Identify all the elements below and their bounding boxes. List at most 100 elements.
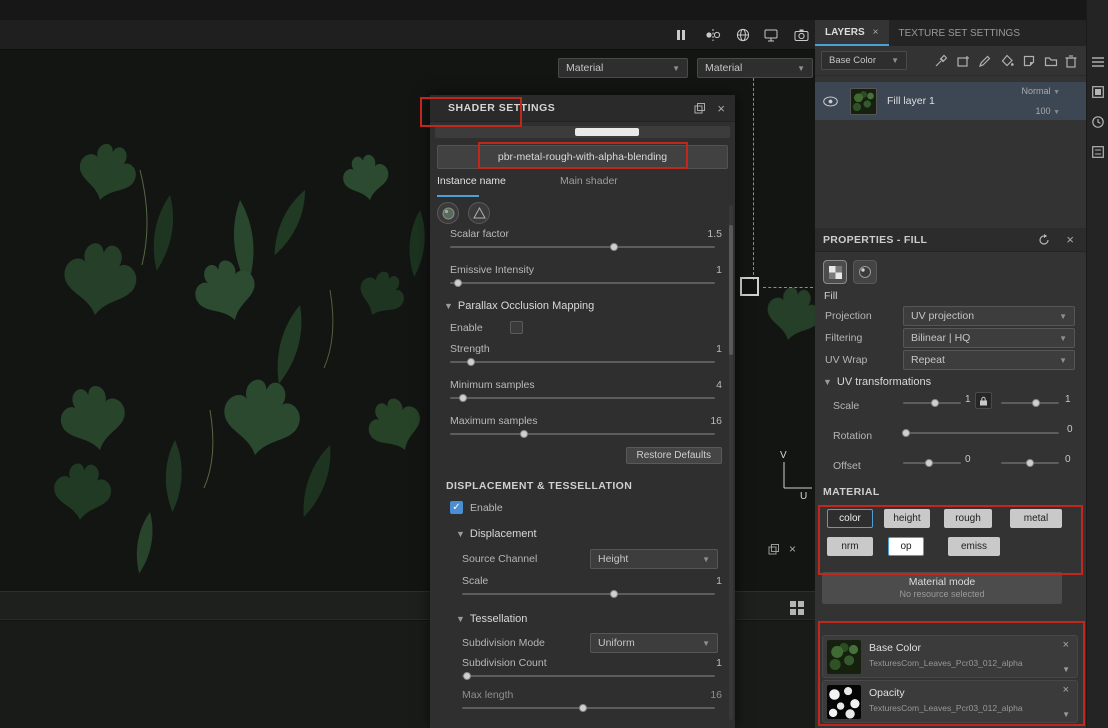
trash-icon[interactable] (1063, 53, 1079, 69)
display-mode-icon[interactable] (762, 26, 780, 44)
offset-y-slider[interactable] (1001, 458, 1059, 468)
remove-texture-icon[interactable]: × (1063, 639, 1069, 651)
scale-y-slider[interactable] (1001, 398, 1059, 408)
paint-mode-icon[interactable] (853, 260, 877, 284)
remove-texture-icon[interactable]: × (1063, 684, 1069, 696)
selection-square[interactable] (740, 277, 759, 296)
channel-op-button[interactable]: op (888, 537, 924, 556)
projection-dropdown[interactable]: UV projection▼ (903, 306, 1075, 326)
prism-preview-icon[interactable] (468, 202, 490, 224)
camera-icon[interactable] (792, 26, 810, 44)
uv-transformations-section[interactable]: ▼UV transformations (823, 376, 931, 388)
displacement-enable-label: Enable (470, 502, 503, 514)
emissive-intensity-slider[interactable] (450, 278, 715, 288)
tab-layers[interactable]: LAYERS× (815, 20, 889, 46)
channel-color-button[interactable]: color (827, 509, 873, 528)
channel-metal-button[interactable]: metal (1010, 509, 1062, 528)
subdivision-count-slider[interactable] (462, 671, 715, 681)
scale-label: Scale (833, 400, 859, 412)
strength-slider[interactable] (450, 357, 715, 367)
param-value: 1 (716, 343, 722, 355)
param-value: 4 (716, 379, 722, 391)
displacement-scale-slider[interactable] (462, 589, 715, 599)
close-icon[interactable]: × (873, 27, 879, 38)
channel-height-button[interactable]: height (884, 509, 930, 528)
layer-thumbnail[interactable] (850, 88, 877, 115)
layer-name[interactable]: Fill layer 1 (887, 95, 935, 107)
pom-enable-checkbox[interactable] (510, 321, 523, 334)
tab-texture-set-settings[interactable]: TEXTURE SET SETTINGS (889, 20, 1031, 46)
channel-emiss-button[interactable]: emiss (948, 537, 1000, 556)
window-top-strip (0, 0, 1108, 20)
max-samples-slider[interactable] (450, 429, 715, 439)
pom-section-header[interactable]: ▼Parallax Occlusion Mapping (444, 300, 594, 312)
texture-item-opacity[interactable]: Opacity TexturesCom_Leaves_Pcr03_012_alp… (822, 680, 1078, 723)
chevron-down-icon[interactable]: ▼ (1062, 665, 1070, 674)
min-samples-slider[interactable] (450, 393, 715, 403)
add-layer-icon[interactable] (955, 53, 971, 69)
texture-set-list-icon[interactable] (1090, 84, 1106, 100)
tab-instance-name[interactable]: Instance name (437, 175, 506, 195)
source-channel-label: Source Channel (462, 553, 537, 565)
perspective-globe-icon[interactable] (734, 26, 752, 44)
close-icon[interactable]: × (717, 101, 725, 116)
dock-window-icon[interactable] (694, 103, 705, 114)
layer-blend-mode[interactable]: Normal ▼ (1022, 86, 1060, 96)
displacement-section-header[interactable]: ▼Displacement (456, 528, 537, 540)
sphere-preview-icon[interactable] (437, 202, 459, 224)
decal-icon[interactable] (1021, 53, 1037, 69)
pause-icon[interactable] (672, 26, 690, 44)
scalar-factor-slider[interactable] (450, 242, 715, 252)
tessellation-section-header[interactable]: ▼Tessellation (456, 613, 527, 625)
eyedropper-icon[interactable] (933, 53, 949, 69)
symmetry-icon[interactable] (704, 26, 722, 44)
param-value: 16 (710, 415, 722, 427)
offset-x-slider[interactable] (903, 458, 961, 468)
param-value: 1 (716, 657, 722, 669)
panel-close-icon[interactable]: × (789, 542, 796, 556)
display-settings-icon[interactable] (1090, 144, 1106, 160)
material-mode-icon[interactable] (823, 260, 847, 284)
layer-row-fill-layer-1[interactable]: Fill layer 1 Normal ▼ 100 ▼ (815, 82, 1086, 120)
shader-instance-selected[interactable] (575, 128, 639, 136)
shader-select-button[interactable]: pbr-metal-rough-with-alpha-blending (437, 145, 728, 169)
scale-x-slider[interactable] (903, 398, 961, 408)
rotation-slider[interactable] (903, 428, 1059, 438)
layer-opacity[interactable]: 100 ▼ (1036, 106, 1060, 116)
material-mode-button[interactable]: Material mode No resource selected (822, 572, 1062, 604)
max-length-slider[interactable] (462, 703, 715, 713)
subdivision-mode-dropdown[interactable]: Uniform▼ (590, 633, 718, 653)
rotation-value: 0 (1067, 424, 1073, 435)
shader-settings-titlebar[interactable]: SHADER SETTINGS × (430, 95, 735, 122)
param-label: Scalar factor (450, 228, 509, 240)
shader-scrollbar-thumb[interactable] (729, 225, 733, 355)
tab-main-shader[interactable]: Main shader (560, 175, 618, 195)
channel-rough-button[interactable]: rough (944, 509, 992, 528)
close-icon[interactable]: × (1066, 232, 1074, 247)
viewport-toolbar (0, 20, 815, 50)
channel-nrm-button[interactable]: nrm (827, 537, 873, 556)
channel-filter-dropdown[interactable]: Base Color▼ (821, 51, 907, 70)
fill-bucket-icon[interactable] (999, 53, 1015, 69)
selection-dashed-vertical (753, 58, 754, 280)
chevron-down-icon: ▼ (444, 301, 453, 311)
source-channel-dropdown[interactable]: Height▼ (590, 549, 718, 569)
filtering-dropdown[interactable]: Bilinear | HQ▼ (903, 328, 1075, 348)
pencil-icon[interactable] (977, 53, 993, 69)
restore-defaults-button[interactable]: Restore Defaults (626, 447, 722, 464)
uv-wrap-dropdown[interactable]: Repeat▼ (903, 350, 1075, 370)
history-icon[interactable] (1090, 114, 1106, 130)
layer-visibility-icon[interactable] (823, 96, 838, 107)
texture-item-base-color[interactable]: Base Color TexturesCom_Leaves_Pcr03_012_… (822, 635, 1078, 678)
displacement-enable-checkbox[interactable]: ✓ (450, 501, 463, 514)
chevron-down-icon: ▼ (823, 377, 832, 387)
folder-icon[interactable] (1043, 53, 1059, 69)
panel-float-icon[interactable] (768, 544, 779, 555)
menu-icon[interactable] (1090, 54, 1106, 70)
grid-view-icon[interactable] (789, 600, 805, 616)
reset-icon[interactable] (1038, 234, 1050, 246)
shading-mode-dropdown-2d[interactable]: Material▼ (697, 58, 813, 78)
lock-icon[interactable] (975, 392, 992, 409)
chevron-down-icon[interactable]: ▼ (1062, 710, 1070, 719)
shading-mode-dropdown-3d[interactable]: Material▼ (558, 58, 688, 78)
